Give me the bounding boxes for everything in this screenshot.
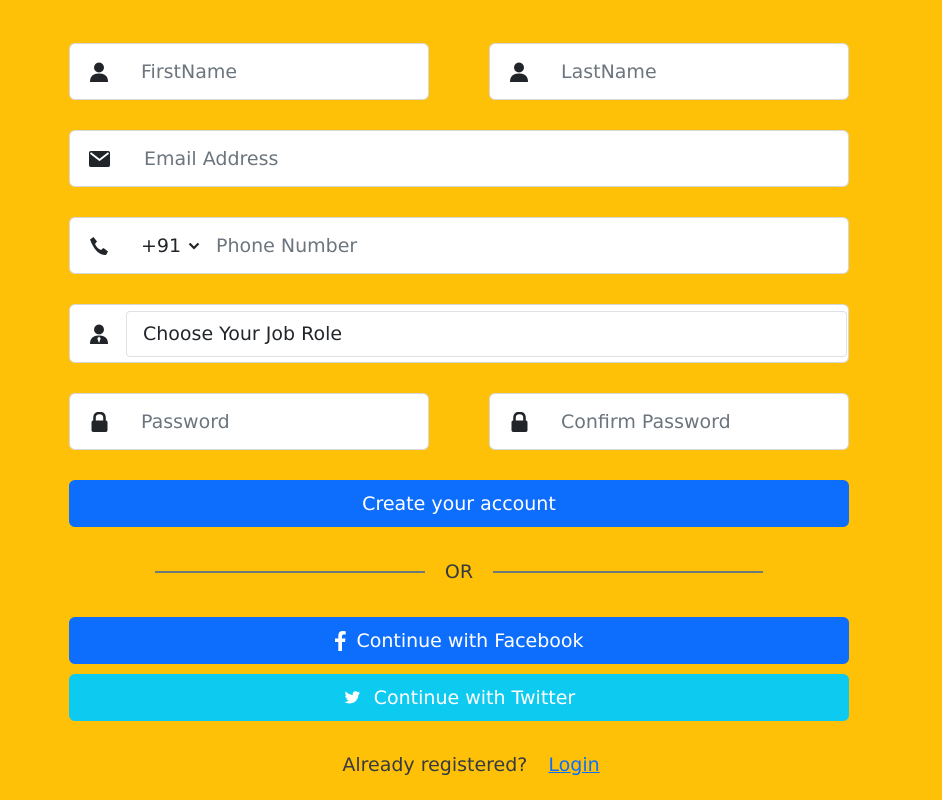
confirm-password-field[interactable] [489,393,849,450]
create-account-label: Create your account [362,492,556,515]
twitter-icon [343,691,360,704]
country-code-value: +91 [141,234,182,257]
country-code-select[interactable]: +91 [141,218,201,273]
job-role-field[interactable]: Choose Your Job Role [69,304,849,363]
confirm-password-input[interactable] [561,394,841,449]
phone-field[interactable]: +91 [69,217,849,274]
login-link[interactable]: Login [548,754,599,776]
job-role-select[interactable]: Choose Your Job Role [126,311,847,357]
chevron-down-icon [188,242,200,250]
phone-input[interactable] [216,218,836,273]
facebook-label: Continue with Facebook [356,629,584,652]
facebook-icon [335,631,347,651]
job-role-value: Choose Your Job Role [143,323,343,345]
user-icon [70,44,128,99]
divider-right [493,571,763,573]
email-field[interactable] [69,130,849,187]
user-tie-icon [70,305,128,362]
twitter-label: Continue with Twitter [373,686,576,709]
divider-left [155,571,425,573]
phone-icon [70,218,128,273]
lock-icon [490,394,548,449]
last-name-input[interactable] [561,44,841,99]
create-account-button[interactable]: Create your account [69,480,849,527]
last-name-field[interactable] [489,43,849,100]
lock-icon [70,394,128,449]
facebook-button[interactable]: Continue with Facebook [69,617,849,664]
first-name-input[interactable] [141,44,421,99]
user-icon [490,44,548,99]
envelope-icon [70,131,128,186]
password-field[interactable] [69,393,429,450]
email-input[interactable] [144,131,834,186]
already-registered-text: Already registered? [342,754,528,776]
or-divider-text: OR [444,561,474,583]
first-name-field[interactable] [69,43,429,100]
login-prompt: Already registered? Login [0,754,942,776]
password-input[interactable] [141,394,421,449]
twitter-button[interactable]: Continue with Twitter [69,674,849,721]
